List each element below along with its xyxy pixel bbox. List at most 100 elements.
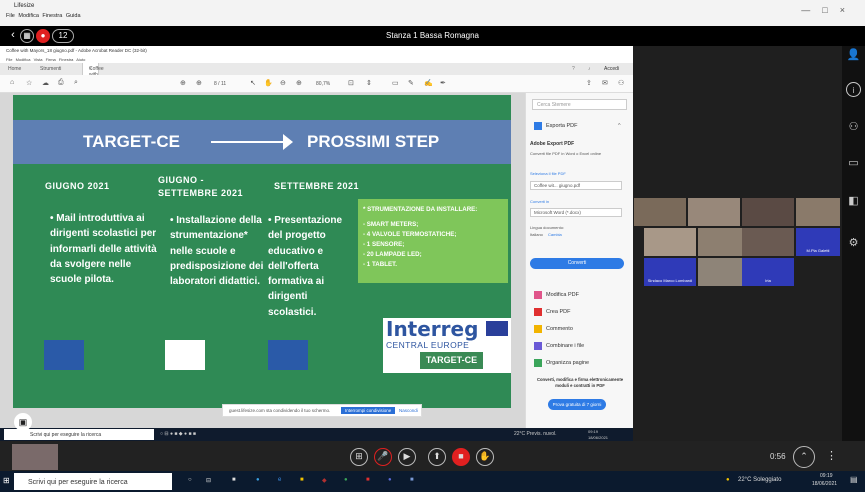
menu-guida[interactable]: Guida	[66, 13, 81, 19]
print-icon[interactable]: ⎙	[58, 79, 64, 87]
bell-icon[interactable]: ♪	[588, 66, 591, 72]
mail-icon[interactable]: ✉	[602, 79, 608, 87]
files-icon[interactable]: ■	[300, 477, 304, 483]
export-pdf-label[interactable]: Esporta PDF	[546, 123, 577, 129]
camera-icon[interactable]: ▶	[398, 448, 416, 466]
acr-menu-firma[interactable]: Firma	[46, 57, 56, 62]
tool-organize[interactable]: Organizza pagine	[546, 360, 589, 366]
stop-sharing-button[interactable]: Interrompi condivisione	[341, 407, 396, 414]
taskbar-weather[interactable]: 22°C Soleggiato	[738, 477, 781, 483]
task-view-icon[interactable]: ○	[188, 477, 192, 483]
participant-tile[interactable]	[634, 198, 686, 226]
more-icon[interactable]: ⋮	[826, 449, 837, 462]
acr-menu-vista[interactable]: Vista	[34, 57, 43, 62]
participant-tile[interactable]: M.Pia Galetti	[796, 228, 840, 256]
tool-combine[interactable]: Combinare i file	[546, 343, 584, 349]
end-call-icon[interactable]: ■	[452, 448, 470, 466]
acr-menu-aiuto[interactable]: Aiuto	[76, 57, 85, 62]
home-icon[interactable]: ⌂	[10, 79, 14, 86]
convert-button[interactable]: Converti	[530, 258, 624, 269]
ie-icon[interactable]: e	[278, 477, 281, 483]
zoom-in-icon[interactable]: ⊕	[296, 79, 302, 87]
equipment-callout: * STRUMENTAZIONE DA INSTALLARE: - SMART …	[358, 199, 508, 283]
menu-modifica[interactable]: Modifica	[18, 13, 38, 19]
menu-finestra[interactable]: Finestra	[42, 13, 62, 19]
edge-icon[interactable]: ●	[256, 477, 260, 483]
cursor-icon[interactable]: ↖	[250, 79, 256, 87]
participant-tile[interactable]: Sindaco Marco Lombardi	[644, 258, 696, 286]
tool-create-pdf[interactable]: Crea PDF	[546, 309, 570, 315]
profile-icon[interactable]: 👤	[846, 48, 861, 63]
hide-link[interactable]: Nascondi	[399, 408, 418, 413]
taskbar-date[interactable]: 18/06/2021	[812, 481, 837, 487]
settings-icon[interactable]: ⚙	[846, 236, 861, 251]
chrome-icon[interactable]: ●	[344, 477, 348, 483]
taskbar-time[interactable]: 09:19	[820, 473, 833, 479]
grid-view-icon[interactable]: ⊞	[350, 448, 368, 466]
windows-search-input[interactable]: Scrivi qui per eseguire la ricerca	[14, 473, 172, 490]
screen-share-icon[interactable]: ⬆	[428, 448, 446, 466]
participant-tile[interactable]	[796, 198, 840, 226]
acr-menu-file[interactable]: File	[6, 57, 12, 62]
participant-tile[interactable]	[644, 228, 696, 256]
layout-icon[interactable]: ◧	[846, 194, 861, 209]
tools-search-input[interactable]: Cerca Stemere	[532, 99, 627, 110]
comment-icon[interactable]: ▭	[392, 79, 399, 87]
tool-comment[interactable]: Commento	[546, 326, 573, 332]
app-icon[interactable]: ◆	[322, 477, 327, 484]
upload-icon[interactable]: ☁	[42, 79, 49, 87]
zoom-out-icon[interactable]: ⊖	[280, 79, 286, 87]
tab-strumenti[interactable]: Strumenti	[40, 66, 61, 72]
share-overlay-icon[interactable]: ▣	[14, 413, 32, 431]
try-free-button[interactable]: Prova gratuita di 7 giorni	[548, 399, 606, 410]
minimize-button[interactable]: —	[801, 5, 822, 15]
self-view[interactable]	[12, 444, 58, 470]
column-body: • Mail introduttiva ai dirigenti scolast…	[50, 213, 157, 286]
page-down-icon[interactable]: ⊕	[196, 79, 202, 87]
highlight-icon[interactable]: ✍	[424, 79, 433, 87]
selected-file[interactable]: Coffee wit... giugno.pdf	[530, 181, 622, 190]
pen-icon[interactable]: ✎	[408, 79, 414, 87]
participant-tile[interactable]	[742, 228, 794, 256]
lifesize-icon[interactable]: ■	[410, 477, 414, 483]
menu-file[interactable]: File	[6, 13, 15, 19]
teams-icon[interactable]: ●	[388, 477, 392, 483]
participant-tile[interactable]: Irta	[742, 258, 794, 286]
help-icon[interactable]: ?	[572, 66, 575, 72]
participant-tile[interactable]	[688, 198, 740, 226]
notifications-icon[interactable]: ▤	[850, 475, 858, 484]
acrobat-icon[interactable]: ■	[366, 477, 370, 483]
search-icon[interactable]: ⌕	[74, 79, 78, 87]
tab-document[interactable]: Coffee with Mayors... ×	[82, 63, 110, 84]
star-icon[interactable]: ☆	[26, 79, 32, 87]
share-icon[interactable]: ⇪	[586, 79, 592, 87]
convert-to-select[interactable]: Microsoft Word (*.docx)	[530, 208, 622, 217]
chevron-up-icon[interactable]: ^	[618, 123, 621, 129]
maximize-button[interactable]: □	[822, 5, 839, 15]
explorer-icon[interactable]: ■	[232, 477, 236, 483]
doc-lang-change[interactable]: Cambia	[548, 232, 562, 237]
info-icon[interactable]: i	[846, 82, 861, 97]
hand-icon[interactable]: ✋	[264, 79, 273, 87]
people-icon[interactable]: ⚇	[846, 120, 861, 135]
acr-menu-finestra[interactable]: Finestra	[59, 57, 73, 62]
user-add-icon[interactable]: ⚇	[618, 79, 624, 87]
page-up-icon[interactable]: ⊕	[180, 79, 186, 87]
raise-hand-icon[interactable]: ✋	[476, 448, 494, 466]
fit-icon[interactable]: ⊡	[348, 79, 354, 87]
page-indicator[interactable]: 8 / 11	[214, 81, 226, 87]
sign-icon[interactable]: ✒	[440, 79, 446, 87]
widgets-icon[interactable]: ⊟	[206, 477, 211, 484]
mute-mic-icon[interactable]: 🎤	[374, 448, 392, 466]
acr-menu-modifica[interactable]: Modifica	[16, 57, 31, 62]
scroll-icon[interactable]: ⇕	[366, 79, 372, 87]
participant-tile[interactable]	[742, 198, 794, 226]
access-link[interactable]: Accedi	[604, 66, 619, 72]
tab-home[interactable]: Home	[8, 66, 21, 72]
tool-edit-pdf[interactable]: Modifica PDF	[546, 292, 579, 298]
zoom-level[interactable]: 80,7%	[316, 81, 330, 87]
signal-icon[interactable]: ⌃	[793, 446, 815, 468]
windows-start-icon[interactable]: ⊞	[3, 476, 10, 485]
close-button[interactable]: ×	[840, 5, 857, 15]
chat-icon[interactable]: ▭	[846, 156, 861, 171]
